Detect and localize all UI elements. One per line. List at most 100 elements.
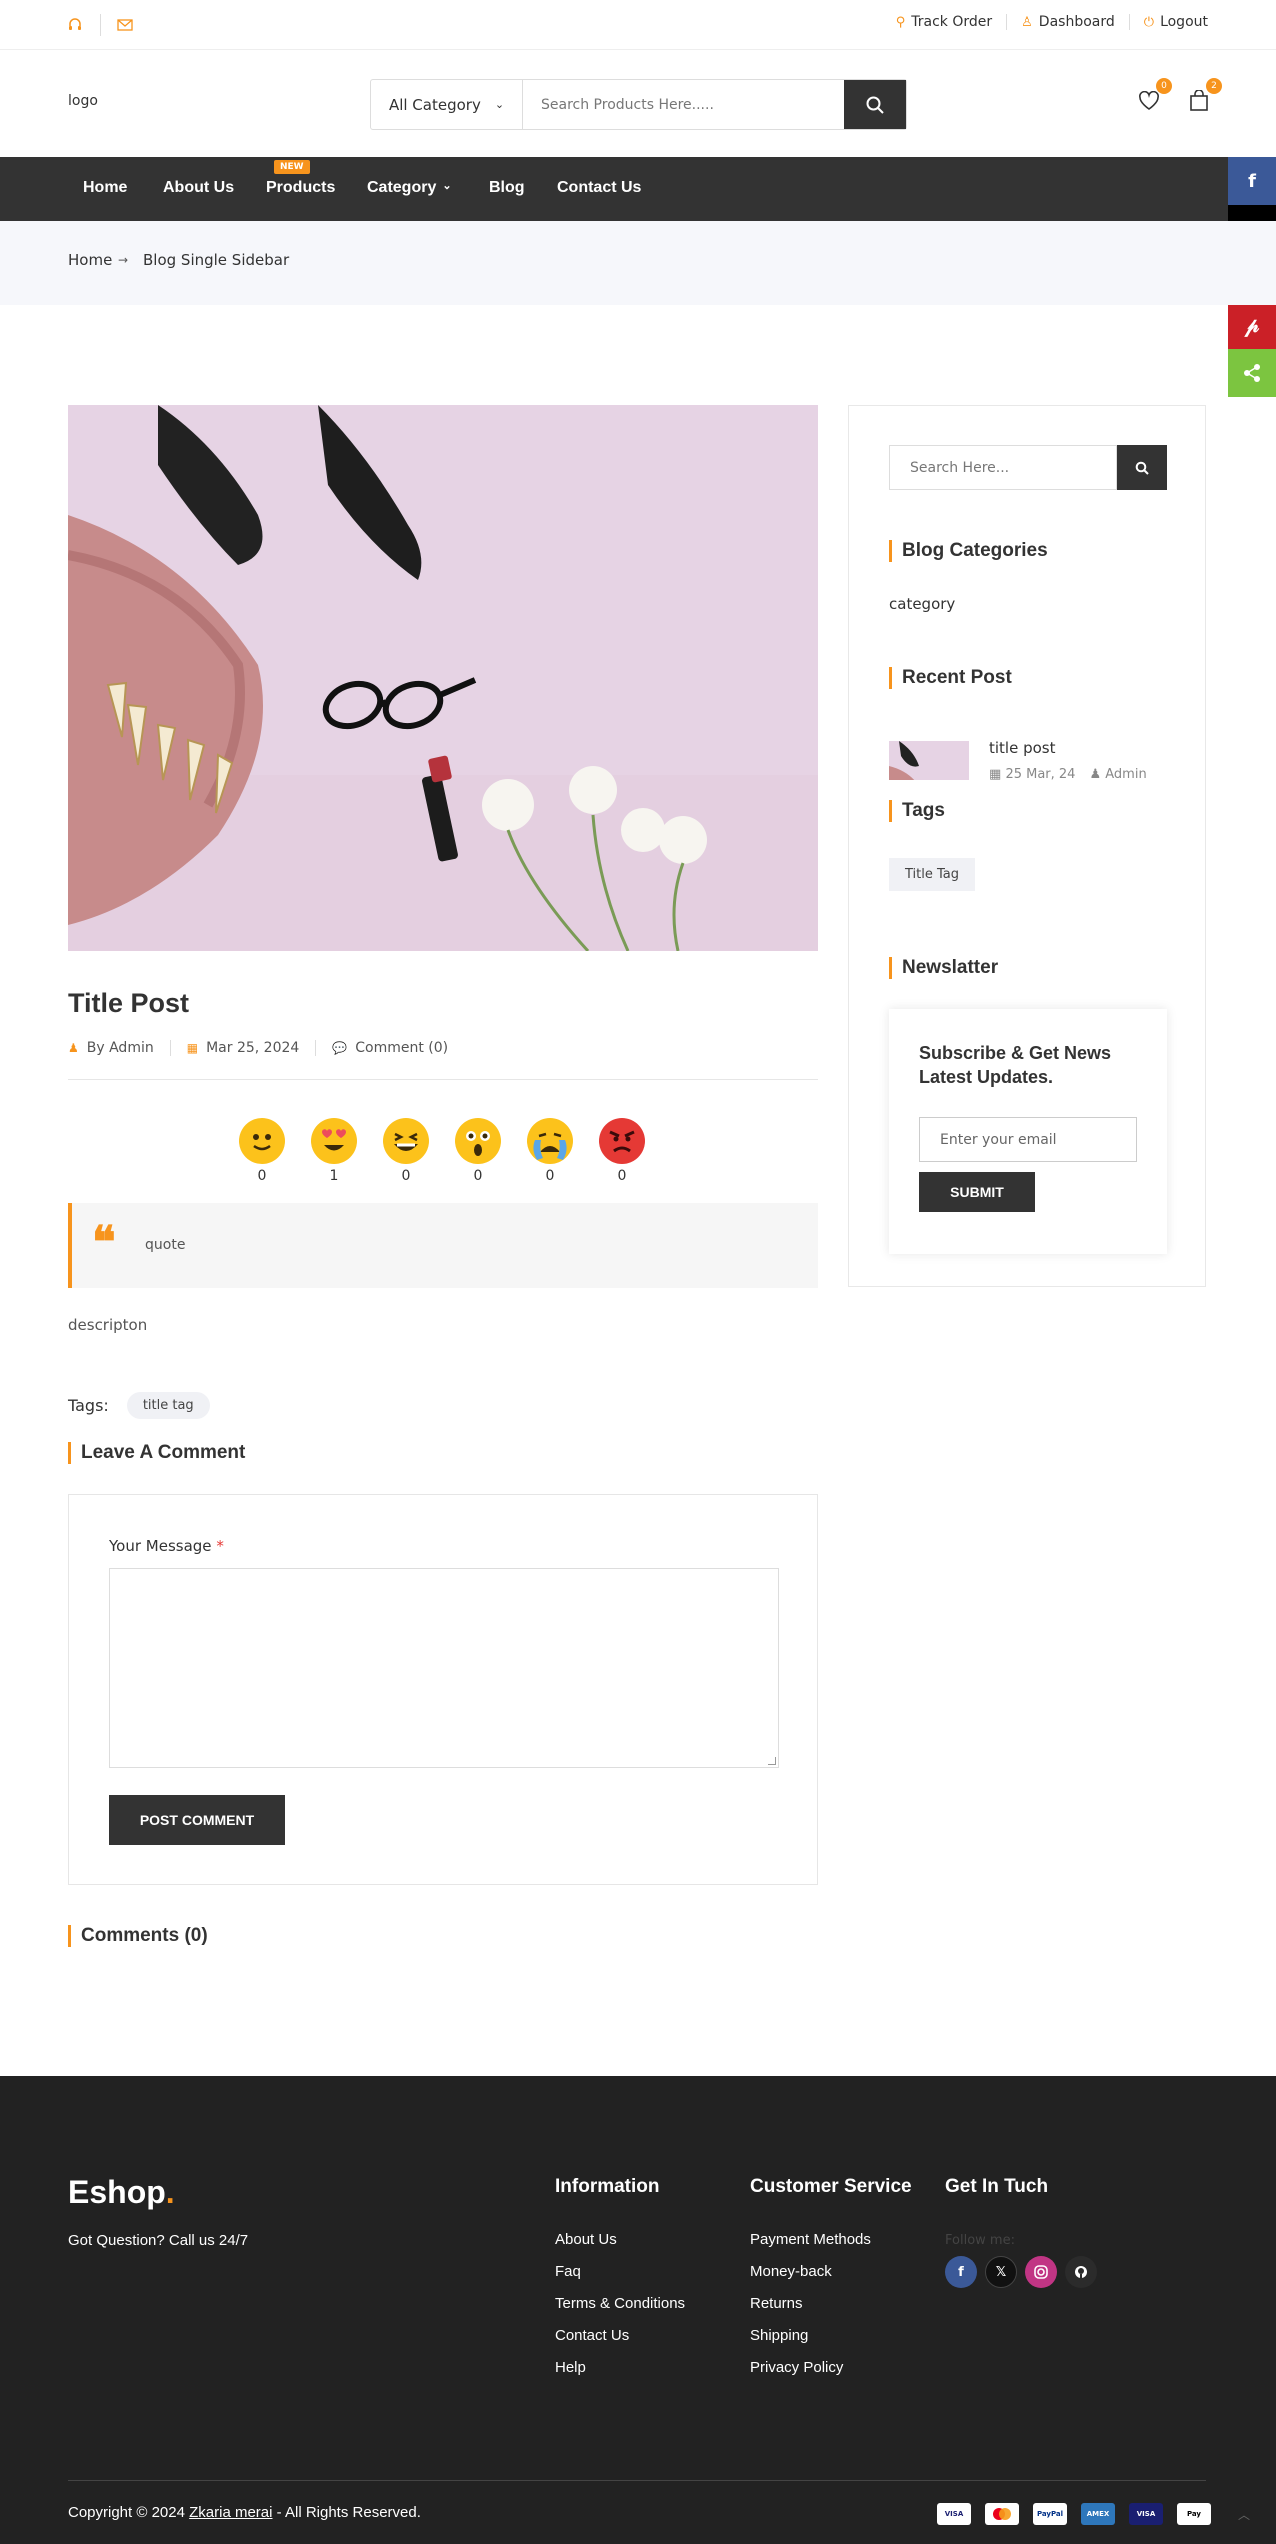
- astonished-emoji-icon: [455, 1118, 501, 1164]
- facebook-icon[interactable]: f: [945, 2256, 977, 2288]
- quote-icon: ❝: [92, 1217, 116, 1268]
- recent-post-date: ▦ 25 Mar, 24: [989, 767, 1076, 780]
- post-tags: Tags: title tag: [68, 1392, 210, 1419]
- reaction-love[interactable]: 1: [310, 1118, 358, 1184]
- track-order-link[interactable]: ⚲ Track Order: [882, 14, 1008, 30]
- post-comment-button[interactable]: POST COMMENT: [109, 1795, 285, 1845]
- pinterest-icon: 𝓅: [1244, 313, 1260, 337]
- recent-post-thumbnail: [889, 741, 969, 780]
- search-input[interactable]: Search Products Here.....: [523, 80, 844, 129]
- facebook-icon: f: [1248, 170, 1256, 192]
- newsletter-text: Subscribe & Get News Latest Updates.: [919, 1043, 1112, 1087]
- mastercard-icon: [985, 2503, 1019, 2525]
- post-comments[interactable]: 💬 Comment (0): [316, 1040, 464, 1056]
- breadcrumb: Home → Blog Single Sidebar: [0, 221, 1276, 305]
- nav-blog[interactable]: Blog: [489, 179, 525, 197]
- divider: [100, 14, 101, 36]
- top-bar: ⚲ Track Order ♙ Dashboard ⏻ Logout: [0, 0, 1276, 50]
- reaction-angry[interactable]: 0: [598, 1118, 646, 1184]
- footer-link-contact[interactable]: Contact Us: [555, 2327, 685, 2344]
- post-image: [68, 405, 818, 951]
- reaction-sad[interactable]: 0: [526, 1118, 574, 1184]
- shopping-bag-icon: [1190, 90, 1208, 111]
- sidebar-tag[interactable]: Title Tag: [889, 858, 975, 891]
- apple-pay-icon: Pay: [1177, 2503, 1211, 2525]
- amex-icon: AMEX: [1081, 2503, 1115, 2525]
- calendar-icon: ▦: [989, 767, 1002, 780]
- footer-link-returns[interactable]: Returns: [750, 2295, 871, 2312]
- scroll-top-button[interactable]: ︿: [1238, 2506, 1250, 2523]
- nav-products[interactable]: Products: [266, 179, 335, 197]
- footer-link-payment[interactable]: Payment Methods: [750, 2231, 871, 2248]
- crying-emoji-icon: [527, 1118, 573, 1164]
- pinterest-share-button[interactable]: 𝓅: [1228, 301, 1276, 349]
- reaction-wow[interactable]: 0: [454, 1118, 502, 1184]
- laughing-emoji-icon: [383, 1118, 429, 1164]
- footer-link-terms[interactable]: Terms & Conditions: [555, 2295, 685, 2312]
- follow-label: Follow me:: [945, 2233, 1015, 2248]
- dashboard-link[interactable]: ♙ Dashboard: [1007, 14, 1130, 30]
- footer-tagline: Got Question? Call us 24/7: [68, 2232, 249, 2249]
- logo[interactable]: logo: [68, 93, 98, 109]
- nav-category[interactable]: Category ⌄: [367, 179, 452, 197]
- footer-link-about[interactable]: About Us: [555, 2231, 685, 2248]
- mail-icon[interactable]: [114, 14, 136, 36]
- reaction-smile[interactable]: 0: [238, 1118, 286, 1184]
- chevron-down-icon: ⌄: [494, 98, 505, 111]
- footer: Eshop. Got Question? Call us 24/7 Inform…: [0, 2076, 1276, 2544]
- share-button[interactable]: [1228, 349, 1276, 397]
- sidebar-search-button[interactable]: [1117, 445, 1167, 490]
- visa-icon: VISA: [937, 2503, 971, 2525]
- instagram-icon[interactable]: [1025, 2256, 1057, 2288]
- github-icon[interactable]: [1065, 2256, 1097, 2288]
- cart-button[interactable]: 2: [1184, 78, 1222, 116]
- message-textarea[interactable]: [109, 1568, 779, 1768]
- search-icon: [1135, 461, 1149, 475]
- copyright: Copyright © 2024 Zkaria merai - All Righ…: [68, 2504, 421, 2521]
- search-button[interactable]: [844, 80, 906, 129]
- map-pin-icon: ⚲: [895, 14, 906, 30]
- recent-post-heading: Recent Post: [889, 667, 1012, 689]
- sidebar-search-input[interactable]: Search Here...: [889, 445, 1117, 490]
- nav-about-us[interactable]: About Us: [163, 179, 234, 197]
- author-link[interactable]: Zkaria merai: [189, 2504, 272, 2521]
- logout-link[interactable]: ⏻ Logout: [1130, 14, 1208, 30]
- customer-service-heading: Customer Service: [750, 2176, 912, 2197]
- footer-link-help[interactable]: Help: [555, 2359, 685, 2376]
- footer-link-money-back[interactable]: Money-back: [750, 2263, 871, 2280]
- nav-home[interactable]: Home: [83, 179, 127, 197]
- category-select[interactable]: All Category ⌄: [371, 80, 523, 129]
- breadcrumb-current: Blog Single Sidebar: [143, 251, 290, 269]
- wishlist-button[interactable]: 0: [1134, 78, 1172, 116]
- angry-emoji-icon: [599, 1118, 645, 1164]
- newsletter-email-input[interactable]: Enter your email: [919, 1117, 1137, 1162]
- share-icon: [1244, 364, 1260, 382]
- resize-handle-icon[interactable]: [768, 1757, 776, 1765]
- leave-comment-heading: Leave A Comment: [68, 1442, 245, 1464]
- nav-contact-us[interactable]: Contact Us: [557, 179, 641, 197]
- footer-brand[interactable]: Eshop.: [68, 2174, 175, 2211]
- post-date: ▦ Mar 25, 2024: [171, 1040, 317, 1056]
- post-author[interactable]: ♟ By Admin: [68, 1040, 171, 1056]
- recent-post-author: ♟ Admin: [1089, 767, 1147, 780]
- tags-heading: Tags: [889, 800, 945, 822]
- footer-link-faq[interactable]: Faq: [555, 2263, 685, 2280]
- x-icon[interactable]: 𝕏: [985, 2256, 1017, 2288]
- breadcrumb-home[interactable]: Home: [68, 251, 112, 269]
- footer-link-privacy[interactable]: Privacy Policy: [750, 2359, 871, 2376]
- wishlist-count: 0: [1156, 78, 1172, 94]
- tag-pill[interactable]: title tag: [126, 1392, 210, 1419]
- power-icon: ⏻: [1143, 14, 1155, 30]
- visa-electron-icon: VISA: [1129, 2503, 1163, 2525]
- recent-post-item[interactable]: title post ▦ 25 Mar, 24 ♟ Admin: [889, 735, 1189, 780]
- post-title: Title Post: [68, 988, 190, 1018]
- comments-icon: 💬: [332, 1041, 348, 1055]
- facebook-share-button[interactable]: f: [1228, 157, 1276, 205]
- newsletter-submit-button[interactable]: SUBMIT: [919, 1172, 1035, 1212]
- top-links: ⚲ Track Order ♙ Dashboard ⏻ Logout: [882, 14, 1208, 30]
- headset-icon[interactable]: [64, 14, 86, 36]
- heart-icon: [1139, 91, 1159, 110]
- category-link[interactable]: category: [889, 595, 955, 613]
- footer-link-shipping[interactable]: Shipping: [750, 2327, 871, 2344]
- reaction-laugh[interactable]: 0: [382, 1118, 430, 1184]
